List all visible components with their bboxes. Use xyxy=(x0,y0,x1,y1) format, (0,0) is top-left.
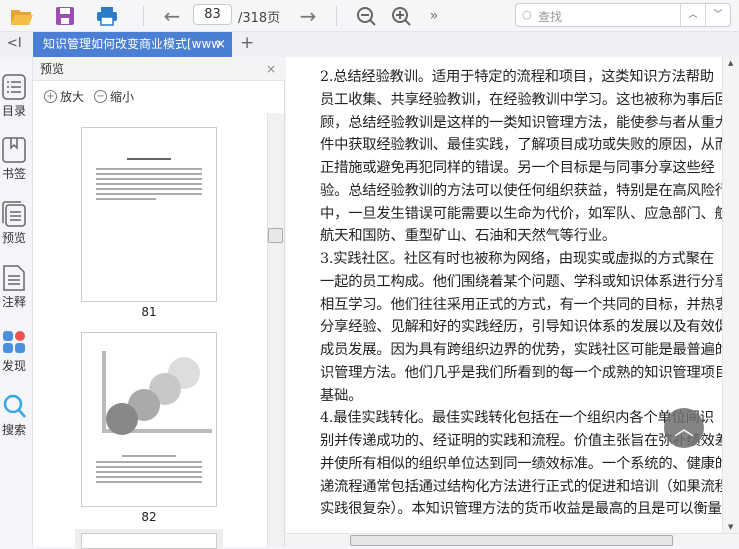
toolbar: ← 83 /318页 → » ○ 查找 ︿ ﹀ xyxy=(0,0,739,32)
print-icon[interactable] xyxy=(95,4,119,28)
search-input[interactable]: 查找 xyxy=(538,8,562,25)
text-line: 3.实践社区。社区有时也被称为网络，由现实或虚拟的方式聚在 xyxy=(320,251,714,267)
search-icon: ○ xyxy=(522,8,532,21)
tab-label: 知识管理如何改变商业模式[www xyxy=(43,37,222,51)
text-line: 正措施或避免再犯同样的错误。另一个目标是与同事分享这些经 xyxy=(320,160,715,176)
text-line: 成员发展。因为具有跨组织边界的优势，实践社区可能是最普遍的知 xyxy=(320,342,722,358)
sidebar-item-label: 目录 xyxy=(1,104,26,118)
tab-bar: <I 知识管理如何改变商业模式[www × + xyxy=(0,32,739,57)
thumbnail-page-82[interactable] xyxy=(81,332,217,507)
sidebar-item-label: 书签 xyxy=(1,167,26,181)
text-line: 验。总结经验教训的方法可以使任何组织获益，特别是在高风险行业 xyxy=(320,182,722,199)
diagram-thumbnail xyxy=(102,351,212,435)
sidebar-item-label: 发现 xyxy=(1,359,26,373)
sidebar-item-discover[interactable]: 发现 xyxy=(0,329,28,374)
prev-page-icon[interactable]: ← xyxy=(160,4,184,28)
text-line: 顾，总结经验教训是这样的一类知识管理方法，能使参与者从重大事 xyxy=(320,114,722,131)
search-icon xyxy=(3,394,26,418)
text-line: 件中获取经验教训、最佳实践，了解项目成功或失败的原因，从而纠 xyxy=(320,137,722,154)
apps-icon xyxy=(3,331,25,353)
collapse-sidebar-button[interactable]: <I xyxy=(7,36,22,51)
preview-zoom-in-button[interactable]: + 放大 xyxy=(44,88,84,105)
text-line: 别并传递成功的、经证明的实践和流程。价值主张旨在弥补绩效差异 xyxy=(320,433,722,449)
text-line: 识管理方法。他们几乎是我们所看到的每一个成熟的知识管理项目的 xyxy=(320,364,722,381)
text-line: 一起的员工构成。他们围绕着某个问题、学科或知识体系进行分享和 xyxy=(320,273,722,290)
back-to-top-button[interactable]: ︿ xyxy=(664,408,704,448)
thumbnail-page-81[interactable] xyxy=(81,127,217,302)
new-tab-button[interactable]: + xyxy=(240,33,254,53)
text-line: 航天和国防、重型矿山、石油和天然气等行业。 xyxy=(320,228,617,245)
text-line: 递流程通常包括通过结构化方法进行正式的促进和培训（如果流程或 xyxy=(320,478,722,495)
zoom-in-icon: + xyxy=(44,90,57,103)
preview-header: 预览 × xyxy=(33,57,285,81)
tab-document[interactable]: 知识管理如何改变商业模式[www × xyxy=(33,32,232,57)
preview-close-button[interactable]: × xyxy=(266,57,276,81)
save-icon[interactable] xyxy=(53,4,77,28)
sidebar-item-label: 注释 xyxy=(1,295,26,309)
sidebar-item-label: 搜索 xyxy=(1,423,26,437)
thumbnail-page-label: 81 xyxy=(141,305,157,319)
zoom-out-label: 缩小 xyxy=(110,90,135,104)
text-line: 基础。 xyxy=(320,387,363,404)
zoom-out-icon: − xyxy=(94,90,107,103)
zoom-out-icon[interactable] xyxy=(354,4,378,28)
text-line: 相互学习。他们往往采用正式的方式，有一个共同的目标，并热衷于 xyxy=(320,296,722,313)
sidebar-item-preview[interactable]: 预览 xyxy=(0,201,28,246)
sidebar-item-search[interactable]: 搜索 xyxy=(0,393,28,438)
text-line: 中，一旦发生错误可能需要以生命为代价，如军队、应急部门、航空 xyxy=(320,205,722,222)
text-line: 并使所有相似的组织单位达到同一绩效标准。一个系统的、健康的传 xyxy=(320,455,722,472)
scrollbar-thumb[interactable] xyxy=(268,228,283,243)
page-total: /318页 xyxy=(238,11,281,26)
document-horizontal-scrollbar[interactable] xyxy=(286,533,739,547)
pages-icon xyxy=(2,201,26,227)
more-tools-button[interactable]: » xyxy=(422,4,446,28)
sidebar-rail: 目录 书签 预览 注释 发现 搜索 xyxy=(0,57,33,547)
text-line: 2.总结经验教训。适用于特定的流程和项目，这类知识方法帮助 xyxy=(320,69,714,85)
preview-title: 预览 xyxy=(40,62,65,76)
open-folder-icon[interactable] xyxy=(10,4,34,28)
sidebar-item-bookmarks[interactable]: 书签 xyxy=(0,137,28,182)
thumbnail-page-83[interactable] xyxy=(75,529,223,549)
zoom-in-icon[interactable] xyxy=(389,4,413,28)
scrollbar-thumb[interactable] xyxy=(350,535,673,546)
thumbnail-page-label: 82 xyxy=(141,510,157,524)
note-icon xyxy=(3,265,25,291)
preview-panel: 预览 × + 放大 − 缩小 81 82 xyxy=(33,57,285,549)
document-view: 2.总结经验教训。适用于特定的流程和项目，这类知识方法帮助 员工收集、共享经验教训… xyxy=(286,57,722,533)
bookmark-icon xyxy=(2,137,26,163)
search-box[interactable]: ○ 查找 ︿ ﹀ xyxy=(515,3,731,27)
text-line: 4.最佳实践转化。最佳实践转化包括在一个组织内各个单位间识 xyxy=(320,410,714,427)
thumbnail-list: 81 82 xyxy=(33,113,267,549)
text-line: 实践很复杂）。本知识管理方法的货币收益是最高的且是可以衡量 xyxy=(320,501,722,518)
thumbnail-scrollbar[interactable] xyxy=(267,113,284,547)
text-line: 分享经验、见解和好的实践经历，引导知识体系的发展以及有效促进 xyxy=(320,319,722,336)
next-page-icon[interactable]: → xyxy=(296,4,320,28)
sidebar-item-label: 预览 xyxy=(1,231,26,245)
tab-close-icon[interactable]: × xyxy=(215,32,226,57)
sidebar-item-toc[interactable]: 目录 xyxy=(0,74,28,119)
preview-zoom-out-button[interactable]: − 缩小 xyxy=(94,88,134,105)
search-next-button[interactable]: ﹀ xyxy=(705,4,730,26)
search-prev-button[interactable]: ︿ xyxy=(680,4,705,26)
list-icon xyxy=(2,74,26,100)
zoom-in-label: 放大 xyxy=(60,90,85,104)
page-number-input[interactable]: 83 xyxy=(193,4,232,25)
document-vertical-scrollbar[interactable]: ▲ ▼ xyxy=(722,57,739,533)
sidebar-item-annotations[interactable]: 注释 xyxy=(0,265,28,310)
text-line: 员工收集、共享经验教训，在经验教训中学习。这也被称为事后回 xyxy=(320,91,722,108)
